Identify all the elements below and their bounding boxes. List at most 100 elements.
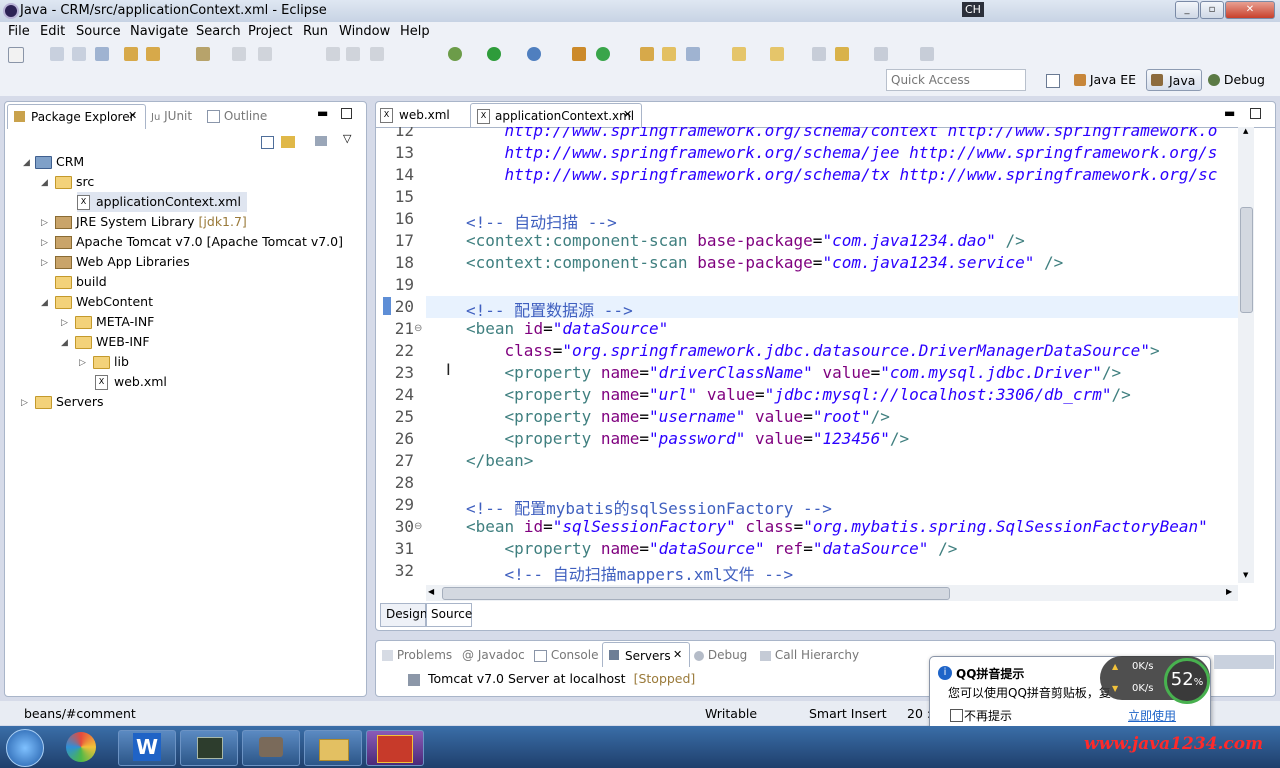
menu-edit[interactable]: Edit	[40, 24, 65, 39]
close-tab-icon[interactable]: ✕	[673, 648, 682, 661]
menu-source[interactable]: Source	[76, 24, 121, 39]
maximize-editor-icon[interactable]	[1250, 108, 1261, 119]
tree-item-servers[interactable]: Servers	[35, 394, 104, 409]
server-row[interactable]: Tomcat v7.0 Server at localhost [Stopped…	[408, 671, 695, 686]
coverage-icon[interactable]	[527, 47, 541, 61]
scroll-down-icon[interactable]: ▼	[1243, 571, 1248, 579]
java-perspective[interactable]: Java	[1146, 69, 1202, 91]
collapse-all-icon[interactable]	[261, 136, 274, 149]
design-tab[interactable]: Design	[380, 603, 427, 627]
source-tab[interactable]: Source	[426, 603, 472, 627]
problems-tab[interactable]: Problems	[382, 648, 452, 662]
tray-tools-icons[interactable]	[1214, 655, 1274, 669]
minimize-button[interactable]: _	[1175, 1, 1199, 19]
chevron-down-icon[interactable]: ▽	[343, 132, 351, 145]
vertical-scroll-thumb[interactable]	[1240, 207, 1253, 313]
expand-tomcat-arrow[interactable]: ▷	[41, 238, 48, 248]
package-explorer-tab[interactable]: Package Explorer ✕	[7, 104, 146, 129]
tree-item-src[interactable]: src	[55, 174, 94, 189]
myeclipse-task[interactable]	[366, 730, 424, 766]
refresh-icon[interactable]	[596, 47, 610, 61]
build-icon[interactable]	[124, 47, 138, 61]
console-tab[interactable]: Console	[534, 648, 598, 662]
code-line[interactable]: <property name="password" value="123456"…	[466, 429, 910, 448]
toolbar-extra-icon[interactable]	[920, 47, 934, 61]
code-line[interactable]: http://www.springframework.org/schema/je…	[466, 143, 1218, 162]
ime-indicator[interactable]: CH	[962, 2, 984, 17]
code-line[interactable]: <property name="dataSource" ref="dataSou…	[466, 539, 958, 558]
code-line[interactable]: <!-- 配置mybatis的sqlSessionFactory -->	[466, 495, 832, 519]
open-type-icon[interactable]	[640, 47, 654, 61]
expand-webapp-arrow[interactable]: ▷	[41, 258, 48, 268]
link-editor-icon[interactable]	[281, 136, 295, 148]
editor-tab-applicationcontext[interactable]: X applicationContext.xml ✕	[470, 103, 642, 128]
print-icon[interactable]	[95, 47, 109, 61]
code-line[interactable]: <bean id="dataSource"	[466, 319, 668, 338]
menu-file[interactable]: File	[8, 24, 30, 39]
right-arrow-icon[interactable]	[874, 47, 888, 61]
start-button-icon[interactable]	[6, 729, 44, 767]
tools-task[interactable]	[242, 730, 300, 766]
tree-item-webcontent[interactable]: WebContent	[55, 294, 153, 309]
tree-item-jre[interactable]: JRE System Library [jdk1.7]	[55, 214, 247, 229]
debug-skip-icon[interactable]	[326, 47, 340, 61]
save-all-icon[interactable]	[72, 47, 86, 61]
java-ee-perspective[interactable]: Java EE	[1074, 72, 1136, 90]
back-icon[interactable]	[812, 47, 826, 61]
open-perspective-icon[interactable]	[1046, 74, 1060, 88]
editor-vertical-scrollbar[interactable]: ▲ ▼	[1238, 127, 1254, 583]
new-server-icon[interactable]	[572, 47, 586, 61]
pinwheel-app-icon[interactable]	[66, 732, 96, 762]
menu-run[interactable]: Run	[303, 24, 328, 39]
expand-jre-arrow[interactable]: ▷	[41, 218, 48, 228]
editor-horizontal-scrollbar[interactable]: ◀ ▶	[426, 585, 1238, 601]
expand-webinf-arrow[interactable]: ◢	[61, 338, 68, 348]
junit-tab[interactable]: Ju JUnit	[151, 109, 192, 123]
code-line[interactable]: http://www.springframework.org/schema/tx…	[466, 165, 1218, 184]
tree-item-build[interactable]: build	[55, 274, 107, 289]
minimize-editor-icon[interactable]: ▬	[1224, 106, 1235, 120]
redo-icon[interactable]	[258, 47, 272, 61]
code-line[interactable]: <context:component-scan base-package="co…	[466, 231, 1025, 250]
expand-webcontent-arrow[interactable]: ◢	[41, 298, 48, 308]
close-button[interactable]: ✕	[1225, 1, 1275, 19]
scroll-up-icon[interactable]: ▲	[1243, 127, 1248, 135]
code-line[interactable]: <!-- 自动扫描 -->	[466, 209, 617, 233]
left-arrow-icon[interactable]	[835, 47, 849, 61]
terminal-task[interactable]	[180, 730, 238, 766]
close-tab-icon[interactable]: ✕	[128, 109, 137, 122]
expand-lib-arrow[interactable]: ▷	[79, 358, 86, 368]
terminate-icon[interactable]	[370, 47, 384, 61]
annotation-icon[interactable]	[732, 47, 746, 61]
deploy-icon[interactable]	[196, 47, 210, 61]
menu-search[interactable]: Search	[196, 24, 241, 39]
fold-toggle-icon[interactable]: ⊖	[414, 521, 422, 532]
pin-icon[interactable]	[770, 47, 784, 61]
do-not-remind-checkbox[interactable]	[950, 709, 963, 722]
search-tool-icon[interactable]	[686, 47, 700, 61]
fold-toggle-icon[interactable]: ⊖	[414, 323, 422, 334]
debug-icon[interactable]	[448, 47, 462, 61]
suspend-icon[interactable]	[346, 47, 360, 61]
scroll-right-icon[interactable]: ▶	[1226, 587, 1232, 596]
undo-icon[interactable]	[232, 47, 246, 61]
maximize-button[interactable]: ▫	[1200, 1, 1224, 19]
menu-navigate[interactable]: Navigate	[130, 24, 188, 39]
menu-project[interactable]: Project	[248, 24, 292, 39]
expand-src-arrow[interactable]: ◢	[41, 178, 48, 188]
editor-tab-webxml[interactable]: Xweb.xml	[380, 108, 450, 126]
outline-tab[interactable]: Outline	[207, 109, 267, 123]
expand-servers-arrow[interactable]: ▷	[21, 398, 28, 408]
code-line[interactable]: <property name="driverClassName" value="…	[466, 363, 1122, 382]
tree-item-applicationcontext[interactable]: XapplicationContext.xml	[77, 192, 247, 212]
build-all-icon[interactable]	[146, 47, 160, 61]
code-line[interactable]: <property name="url" value="jdbc:mysql:/…	[466, 385, 1131, 404]
javadoc-tab[interactable]: @ Javadoc	[462, 648, 525, 662]
code-line[interactable]: </bean>	[466, 451, 533, 470]
code-line[interactable]: class="org.springframework.jdbc.datasour…	[466, 341, 1160, 360]
tree-item-webxml[interactable]: Xweb.xml	[95, 374, 167, 390]
horizontal-scroll-thumb[interactable]	[442, 587, 950, 600]
new-icon[interactable]	[8, 47, 24, 63]
code-line[interactable]: <bean id="sqlSessionFactory" class="org.…	[466, 517, 1208, 536]
code-line[interactable]: <property name="username" value="root"/>	[466, 407, 890, 426]
